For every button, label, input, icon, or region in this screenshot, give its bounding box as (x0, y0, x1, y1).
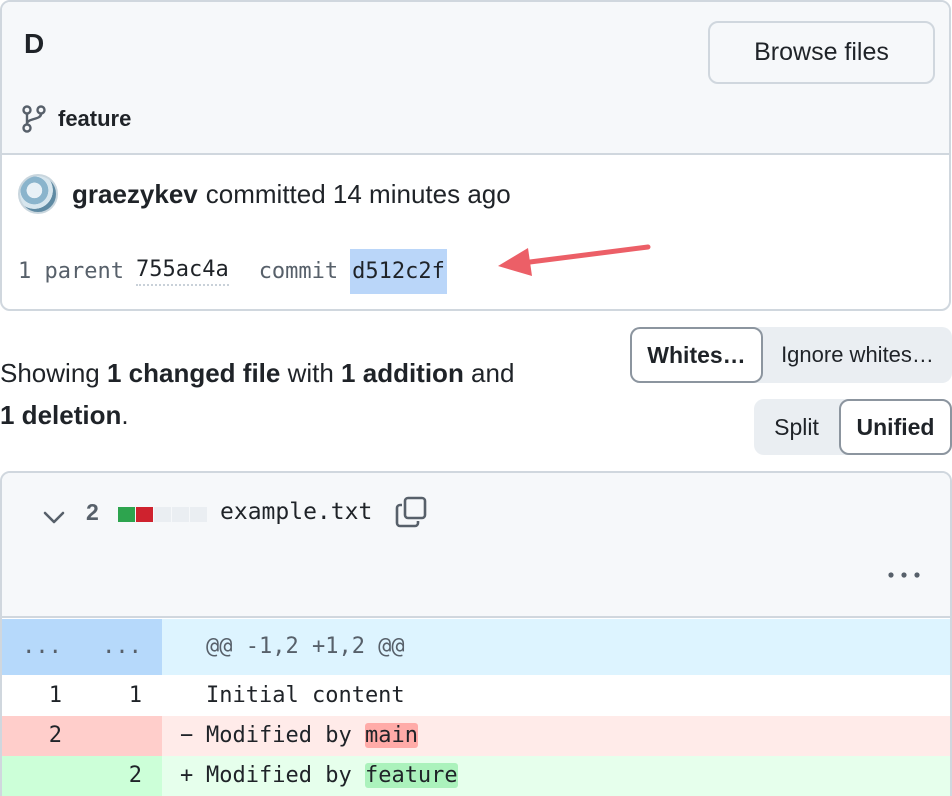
deletion-sign: − (180, 723, 194, 748)
diff-summary: Showing 1 changed file with 1 addition a… (0, 352, 600, 436)
chevron-down-icon[interactable] (40, 503, 68, 531)
diffstat-block (136, 507, 153, 522)
file-header: 2 example.txt (2, 473, 950, 618)
new-line-number[interactable]: 2 (82, 756, 162, 796)
branch-indicator[interactable]: feature (20, 104, 131, 134)
commit-title: D (24, 28, 45, 59)
commit-meta: 1 parent 755ac4a commit d512c2f (18, 246, 447, 296)
line-content: Initial content (206, 683, 405, 708)
hunk-expand-old[interactable]: ... (2, 619, 82, 675)
parent-sha-link[interactable]: 755ac4a (135, 257, 229, 286)
diffstat-bar (118, 507, 207, 522)
whitespace-show-option[interactable]: Whites… (630, 327, 763, 383)
branch-name: feature (58, 106, 132, 131)
summary-and: and (463, 358, 515, 388)
committed-time: committed 14 minutes ago (205, 178, 511, 209)
hunk-header-row: ... ... @@ -1,2 +1,2 @@ (2, 619, 950, 675)
context-line-row: 1 1 Initial content (2, 676, 950, 716)
added-word-highlight: feature (364, 763, 458, 788)
line-content: − Modified by main (162, 716, 950, 756)
split-view-option[interactable]: Split (754, 399, 839, 455)
file-diff: 2 example.txt ... ... @@ -1,2 +1,2 @@ 1 … (0, 471, 952, 796)
annotation-arrow (498, 244, 651, 276)
hunk-expand-new[interactable]: ... (82, 619, 162, 675)
unified-view-option[interactable]: Unified (839, 399, 952, 455)
diffstat-block (172, 507, 189, 522)
summary-changed-files: 1 changed file (106, 358, 281, 388)
summary-prefix: Showing (0, 358, 107, 388)
change-count: 2 (86, 499, 99, 525)
diffstat-block (118, 507, 135, 522)
browse-files-button[interactable]: Browse files (708, 21, 935, 84)
addition-sign: + (180, 763, 194, 788)
ignore-whitespace-option[interactable]: Ignore whites… (763, 327, 952, 383)
author-name[interactable]: graezykev (72, 179, 198, 210)
commit-title-bar: D Browse files feature (2, 2, 949, 155)
line-text: Modified by (206, 763, 365, 788)
hunk-header: @@ -1,2 +1,2 @@ (206, 634, 405, 659)
author-row: graezykev committed 14 minutes ago (18, 174, 511, 214)
summary-deletions: 1 deletion (0, 400, 122, 430)
commit-header: D Browse files feature graezykev committ… (0, 0, 951, 311)
avatar[interactable] (18, 174, 58, 214)
kebab-menu-icon[interactable] (886, 569, 922, 581)
copy-icon[interactable] (394, 495, 428, 529)
old-line-number[interactable]: 2 (2, 716, 82, 756)
commit-sha[interactable]: d512c2f (350, 248, 447, 294)
added-line-row: 2 + Modified by feature (2, 756, 950, 796)
old-line-number-empty (2, 756, 82, 796)
new-line-number-empty (82, 716, 162, 756)
new-line-number[interactable]: 1 (82, 676, 162, 716)
file-name[interactable]: example.txt (220, 499, 372, 525)
summary-end: . (121, 400, 129, 430)
diff-view-toggle: Split Unified (754, 399, 952, 455)
git-branch-icon (22, 105, 46, 133)
deleted-line-row: 2 − Modified by main (2, 716, 950, 756)
line-content: + Modified by feature (162, 756, 950, 796)
commit-label: commit (258, 258, 339, 284)
diffstat-block (154, 507, 171, 522)
diffstat-block (190, 507, 207, 522)
summary-mid: with (280, 358, 342, 388)
deleted-word-highlight: main (364, 723, 418, 748)
line-text: Modified by (206, 723, 365, 748)
old-line-number[interactable]: 1 (2, 676, 82, 716)
parent-label: 1 parent (18, 258, 124, 284)
summary-additions: 1 addition (341, 358, 464, 388)
whitespace-toggle: Whites… Ignore whites… (630, 327, 952, 383)
